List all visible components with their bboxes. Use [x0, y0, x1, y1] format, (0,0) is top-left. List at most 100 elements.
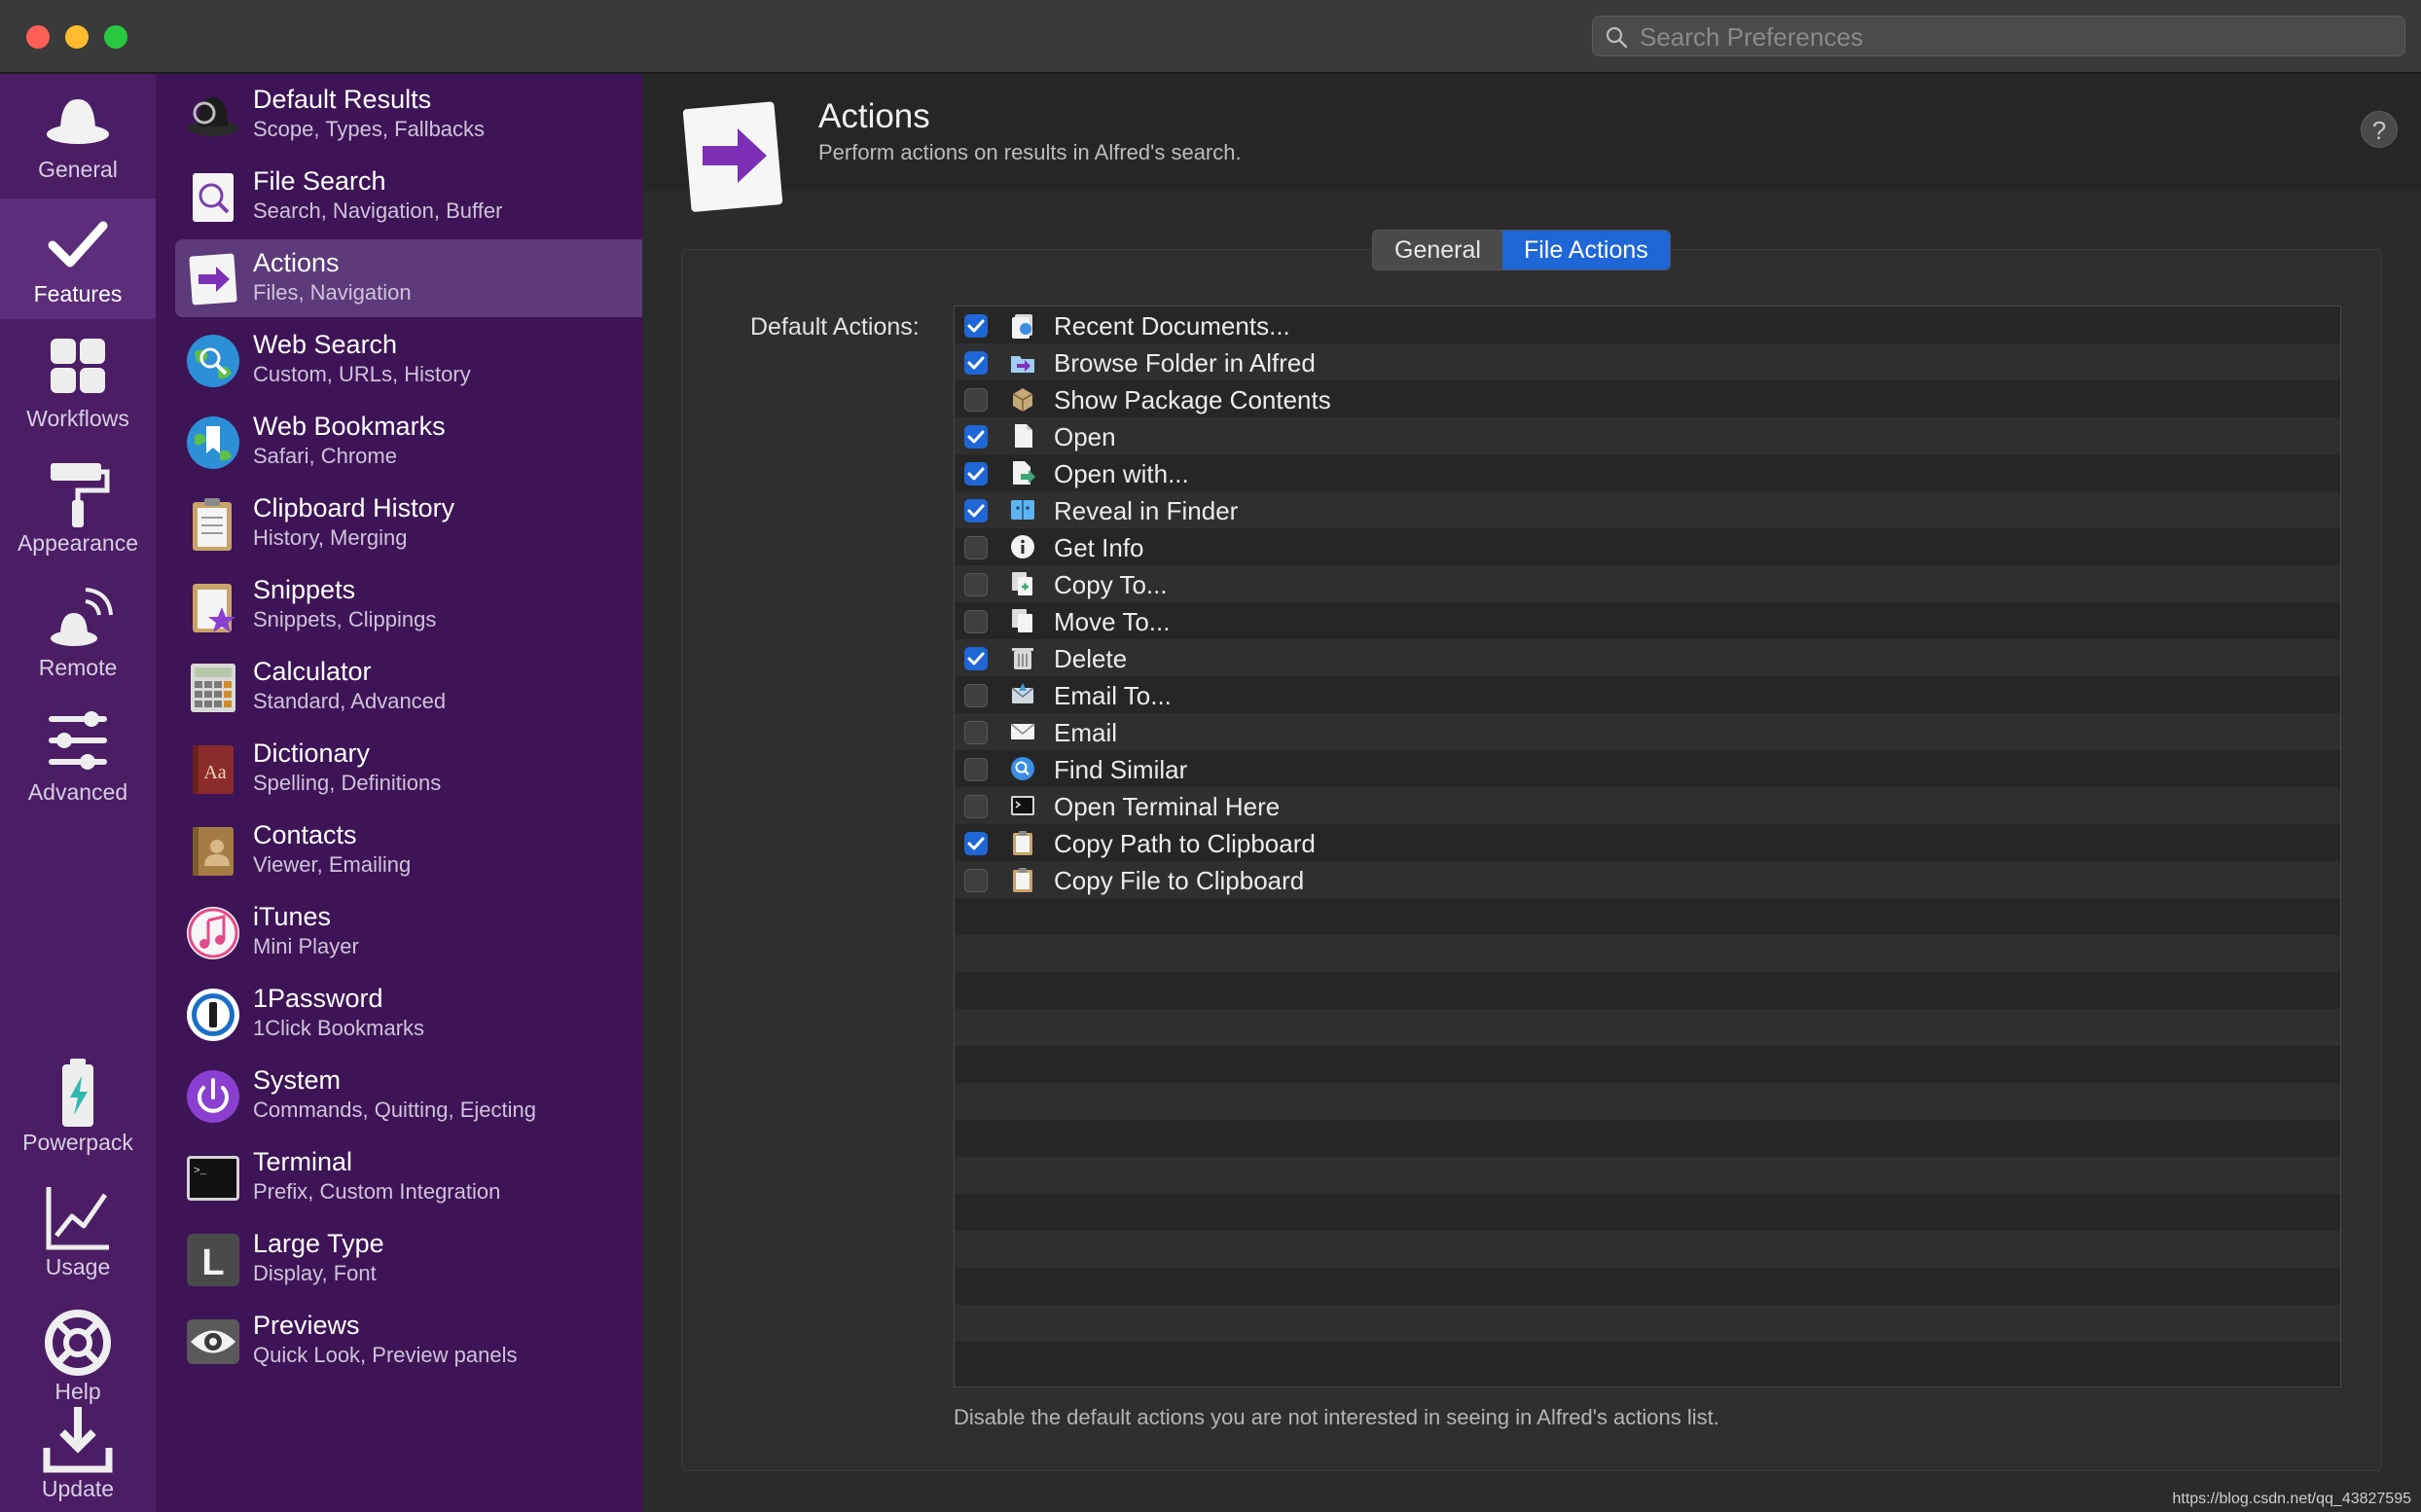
action-row[interactable]: Copy Path to Clipboard [955, 824, 2340, 861]
category-label: Usage [45, 1254, 111, 1279]
action-row[interactable]: Recent Documents... [955, 306, 2340, 343]
empty-row [955, 972, 2340, 1009]
feature-subtitle: Spelling, Definitions [253, 771, 442, 795]
action-label: Open Terminal Here [1054, 792, 1281, 821]
remote-icon [51, 588, 113, 646]
hat-icon [47, 99, 109, 144]
action-checkbox[interactable] [964, 314, 988, 338]
category-features[interactable]: Features [0, 198, 156, 319]
watermark-text: https://blog.csdn.net/qq_43827595 [2172, 1491, 2411, 1507]
action-checkbox[interactable] [964, 684, 988, 707]
empty-row [955, 1009, 2340, 1046]
clipboard-path-icon [1013, 831, 1032, 855]
move-to-icon [1012, 609, 1032, 632]
sliders-icon [49, 711, 107, 770]
feature-web-search[interactable]: Web Search Custom, URLs, History [175, 321, 642, 399]
feature-title: Default Results [253, 85, 432, 114]
category-update[interactable]: Update [0, 1393, 156, 1512]
action-checkbox[interactable] [964, 425, 988, 449]
feature-terminal[interactable]: >_ Terminal Prefix, Custom Integration [175, 1138, 642, 1216]
feature-large-type[interactable]: L Large Type Display, Font [175, 1220, 642, 1298]
envelope-icon [1010, 723, 1035, 739]
search-preferences-box[interactable] [1592, 16, 2405, 57]
feature-actions[interactable]: Actions Files, Navigation [175, 239, 642, 317]
maximize-window-button[interactable] [104, 25, 127, 49]
action-label: Copy Path to Clipboard [1054, 829, 1316, 858]
action-checkbox[interactable] [964, 832, 988, 855]
action-row[interactable]: Delete [955, 639, 2340, 676]
action-checkbox[interactable] [964, 795, 988, 818]
action-label: Email To... [1054, 681, 1172, 710]
action-checkbox[interactable] [964, 351, 988, 375]
action-row[interactable]: Get Info [955, 528, 2340, 565]
feature-1password[interactable]: 1Password 1Click Bookmarks [175, 975, 642, 1053]
action-checkbox[interactable] [964, 721, 988, 744]
feature-itunes[interactable]: iTunes Mini Player [175, 893, 642, 971]
action-row[interactable]: Copy To... [955, 565, 2340, 602]
feature-title: File Search [253, 166, 386, 196]
action-checkbox[interactable] [964, 869, 988, 892]
action-checkbox[interactable] [964, 610, 988, 633]
feature-subtitle: Files, Navigation [253, 280, 412, 305]
feature-calculator[interactable]: Calculator Standard, Advanced [175, 648, 642, 726]
action-checkbox[interactable] [964, 758, 988, 781]
category-appearance[interactable]: Appearance [0, 448, 156, 568]
actions-list[interactable]: Recent Documents... Browse Folder in Alfr… [954, 306, 2341, 1387]
download-icon [43, 1407, 113, 1473]
category-general[interactable]: General [0, 74, 156, 195]
category-workflows[interactable]: Workflows [0, 323, 156, 444]
trash-icon [1012, 648, 1033, 669]
action-row[interactable]: Move To... [955, 602, 2340, 639]
empty-row [955, 1046, 2340, 1083]
tab-file-actions[interactable]: File Actions [1501, 231, 1670, 270]
open-with-icon [1013, 461, 1035, 485]
feature-subtitle: History, Merging [253, 525, 408, 550]
action-row[interactable]: Find Similar [955, 750, 2340, 787]
category-advanced[interactable]: Advanced [0, 697, 156, 817]
search-icon [1606, 26, 1628, 49]
close-window-button[interactable] [26, 25, 50, 49]
terminal-icon [1011, 796, 1034, 815]
feature-web-bookmarks[interactable]: Web Bookmarks Safari, Chrome [175, 403, 642, 481]
feature-title: Calculator [253, 657, 372, 686]
action-row[interactable]: Browse Folder in Alfred [955, 343, 2340, 380]
action-row[interactable]: Reveal in Finder [955, 491, 2340, 528]
action-checkbox[interactable] [964, 536, 988, 559]
feature-system[interactable]: System Commands, Quitting, Ejecting [175, 1057, 642, 1134]
1password-icon [187, 989, 239, 1041]
feature-contacts[interactable]: Contacts Viewer, Emailing [175, 811, 642, 889]
category-usage[interactable]: Usage [0, 1171, 156, 1292]
action-row[interactable]: Email To... [955, 676, 2340, 713]
action-checkbox[interactable] [964, 647, 988, 670]
help-button[interactable]: ? [2361, 111, 2398, 148]
action-row[interactable]: Show Package Contents [955, 380, 2340, 417]
tab-general[interactable]: General [1373, 231, 1502, 270]
action-row[interactable]: Copy File to Clipboard [955, 861, 2340, 898]
email-to-icon [1011, 683, 1034, 703]
feature-title: Web Bookmarks [253, 412, 446, 441]
action-checkbox[interactable] [964, 573, 988, 596]
category-powerpack[interactable]: Powerpack [0, 1047, 156, 1168]
feature-file-search[interactable]: File Search Search, Navigation, Buffer [175, 158, 642, 235]
feature-clipboard-history[interactable]: Clipboard History History, Merging [175, 485, 642, 562]
action-checkbox[interactable] [964, 388, 988, 412]
feature-snippets[interactable]: Snippets Snippets, Clippings [175, 566, 642, 644]
feature-dictionary[interactable]: Aa Dictionary Spelling, Definitions [175, 730, 642, 808]
calculator-icon [191, 664, 235, 712]
action-checkbox[interactable] [964, 499, 988, 522]
feature-default-results[interactable]: Default Results Scope, Types, Fallbacks [175, 76, 642, 154]
category-remote[interactable]: Remote [0, 572, 156, 693]
itunes-icon [187, 907, 239, 959]
feature-previews[interactable]: Previews Quick Look, Preview panels [175, 1302, 642, 1380]
feature-subtitle: Custom, URLs, History [253, 362, 471, 386]
minimize-window-button[interactable] [65, 25, 89, 49]
actions-arrow-icon [682, 101, 783, 212]
feature-subtitle: Safari, Chrome [253, 444, 397, 468]
recent-documents-icon [1012, 314, 1032, 339]
action-row[interactable]: Email [955, 713, 2340, 750]
action-row[interactable]: Open [955, 417, 2340, 454]
search-input[interactable] [1638, 17, 2391, 57]
action-row[interactable]: Open with... [955, 454, 2340, 491]
action-checkbox[interactable] [964, 462, 988, 486]
action-row[interactable]: Open Terminal Here [955, 787, 2340, 824]
